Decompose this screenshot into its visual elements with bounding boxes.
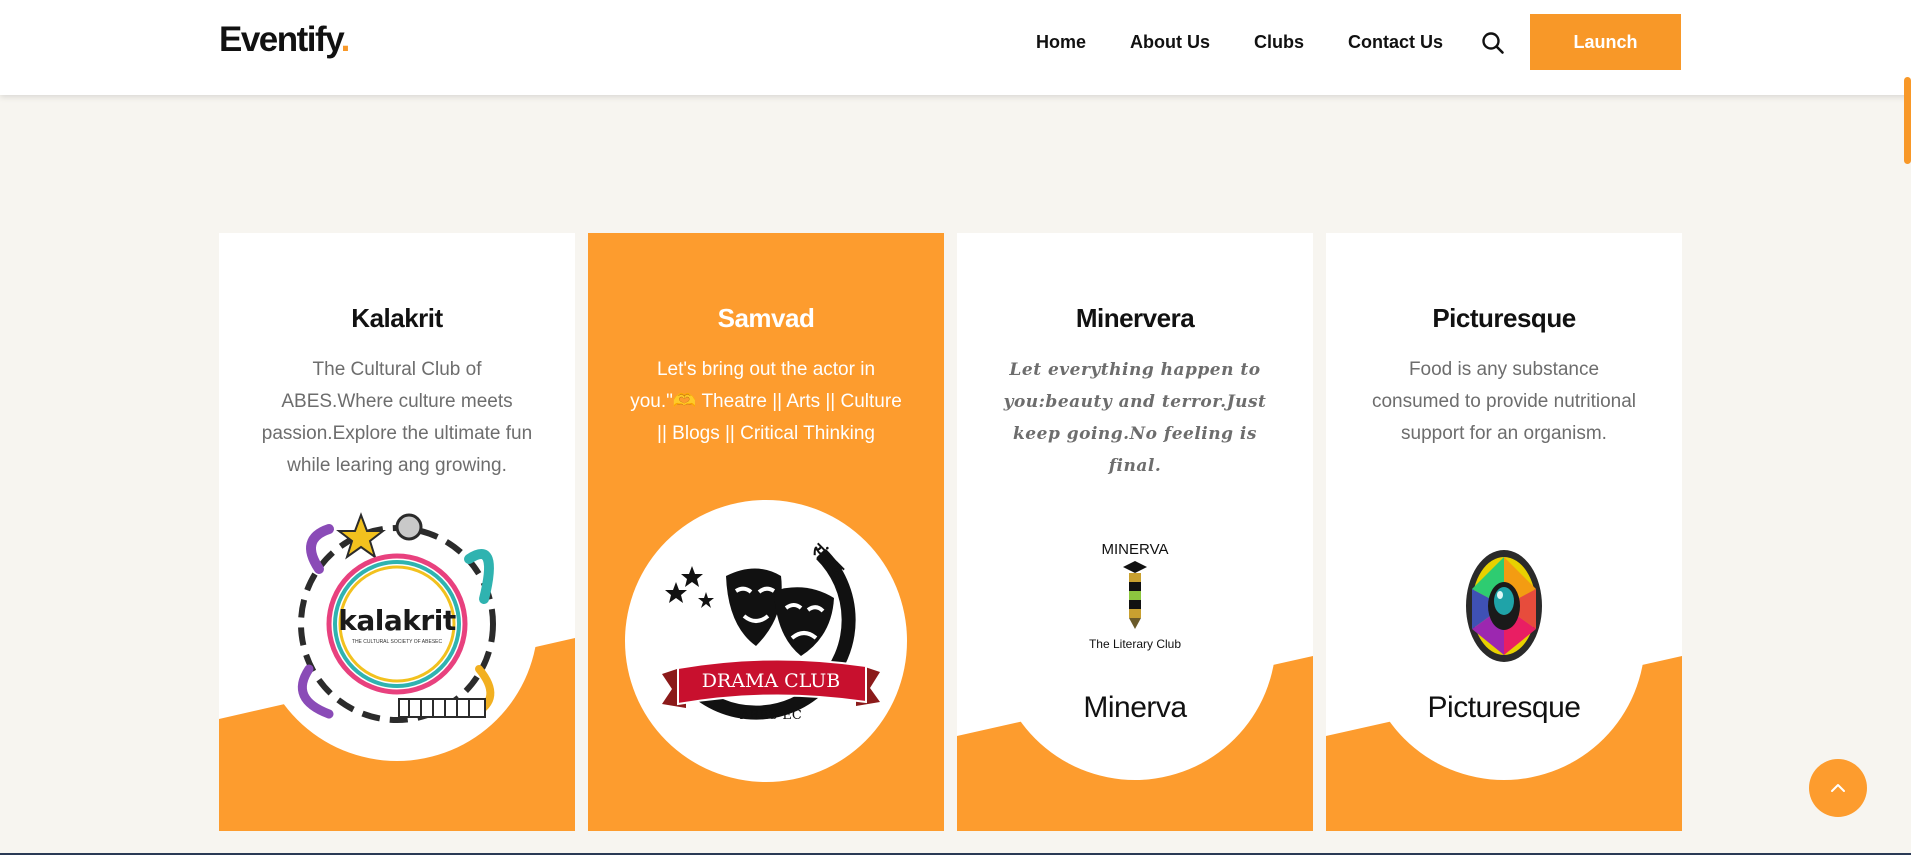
minerva-logo: MINERVA The Literary Club Minerva: [1035, 541, 1235, 731]
card-title: Picturesque: [1432, 303, 1576, 333]
nav-home[interactable]: Home: [1036, 30, 1086, 54]
card-title: Minervera: [1075, 303, 1195, 333]
navbar: Eventify. Home About Us Clubs Contact Us…: [0, 0, 1911, 95]
kalakrit-logo-subtext: THE CULTURAL SOCIETY OF ABESEC: [351, 639, 443, 645]
chevron-up-icon: [1831, 784, 1845, 792]
nav-contact-us[interactable]: Contact Us: [1348, 30, 1443, 54]
kalakrit-logo-text-layer: kalakrit THE CULTURAL SOCIETY OF ABESEC: [279, 509, 515, 725]
search-icon[interactable]: [1480, 30, 1506, 56]
camera-aperture-icon: [1466, 550, 1542, 662]
card-description: Let's bring out the actor in you."🫶 Thea…: [630, 359, 902, 444]
nav-clubs[interactable]: Clubs: [1254, 30, 1304, 54]
nav-about-us[interactable]: About Us: [1130, 30, 1210, 54]
card-description: The Cultural Club of ABES.Where culture …: [261, 359, 533, 476]
main-nav: Home About Us Clubs Contact Us: [1036, 30, 1487, 54]
back-to-top-button[interactable]: [1809, 759, 1867, 817]
clubs-cards: Kalakrit The Cultural Club of ABES.Where…: [219, 233, 1682, 831]
kalakrit-logo-wordmark: kalakrit: [338, 604, 456, 637]
club-card-samvad[interactable]: Samvad Let's bring out the actor in you.…: [588, 233, 944, 831]
launch-button[interactable]: Launch: [1530, 14, 1681, 70]
picturesque-logo-name: Picturesque: [1427, 691, 1581, 724]
minerva-logo-sub: The Literary Club: [1088, 637, 1182, 651]
brand-logo-dot: .: [340, 20, 351, 59]
minerva-logo-name: Minerva: [1083, 691, 1187, 724]
samvad-logo-hindi: संवाद: [807, 539, 848, 580]
card-description: Let everything happen to you:beauty and …: [1003, 360, 1267, 476]
club-card-minervera[interactable]: Minervera Let everything happen to you:b…: [957, 233, 1313, 831]
card-title: Samvad: [717, 303, 815, 333]
pencil-icon: [1123, 561, 1147, 629]
samvad-logo-subtext: ABES-EC: [740, 708, 802, 723]
minerva-logo-top: MINERVA: [1101, 541, 1169, 558]
card-description: Food is any substance consumed to provid…: [1371, 359, 1637, 444]
club-card-picturesque[interactable]: Picturesque Food is any substance consum…: [1326, 233, 1682, 831]
card-title: Kalakrit: [351, 303, 443, 333]
brand-logo[interactable]: Eventify.: [219, 20, 351, 60]
samvad-logo-text-layer: DRAMA CLUB ABES-EC संवाद: [656, 536, 886, 746]
brand-logo-text: Eventify: [219, 20, 342, 59]
samvad-logo-banner: DRAMA CLUB: [701, 670, 841, 692]
scrollbar-thumb[interactable]: [1904, 77, 1911, 164]
club-card-kalakrit[interactable]: Kalakrit The Cultural Club of ABES.Where…: [219, 233, 575, 831]
